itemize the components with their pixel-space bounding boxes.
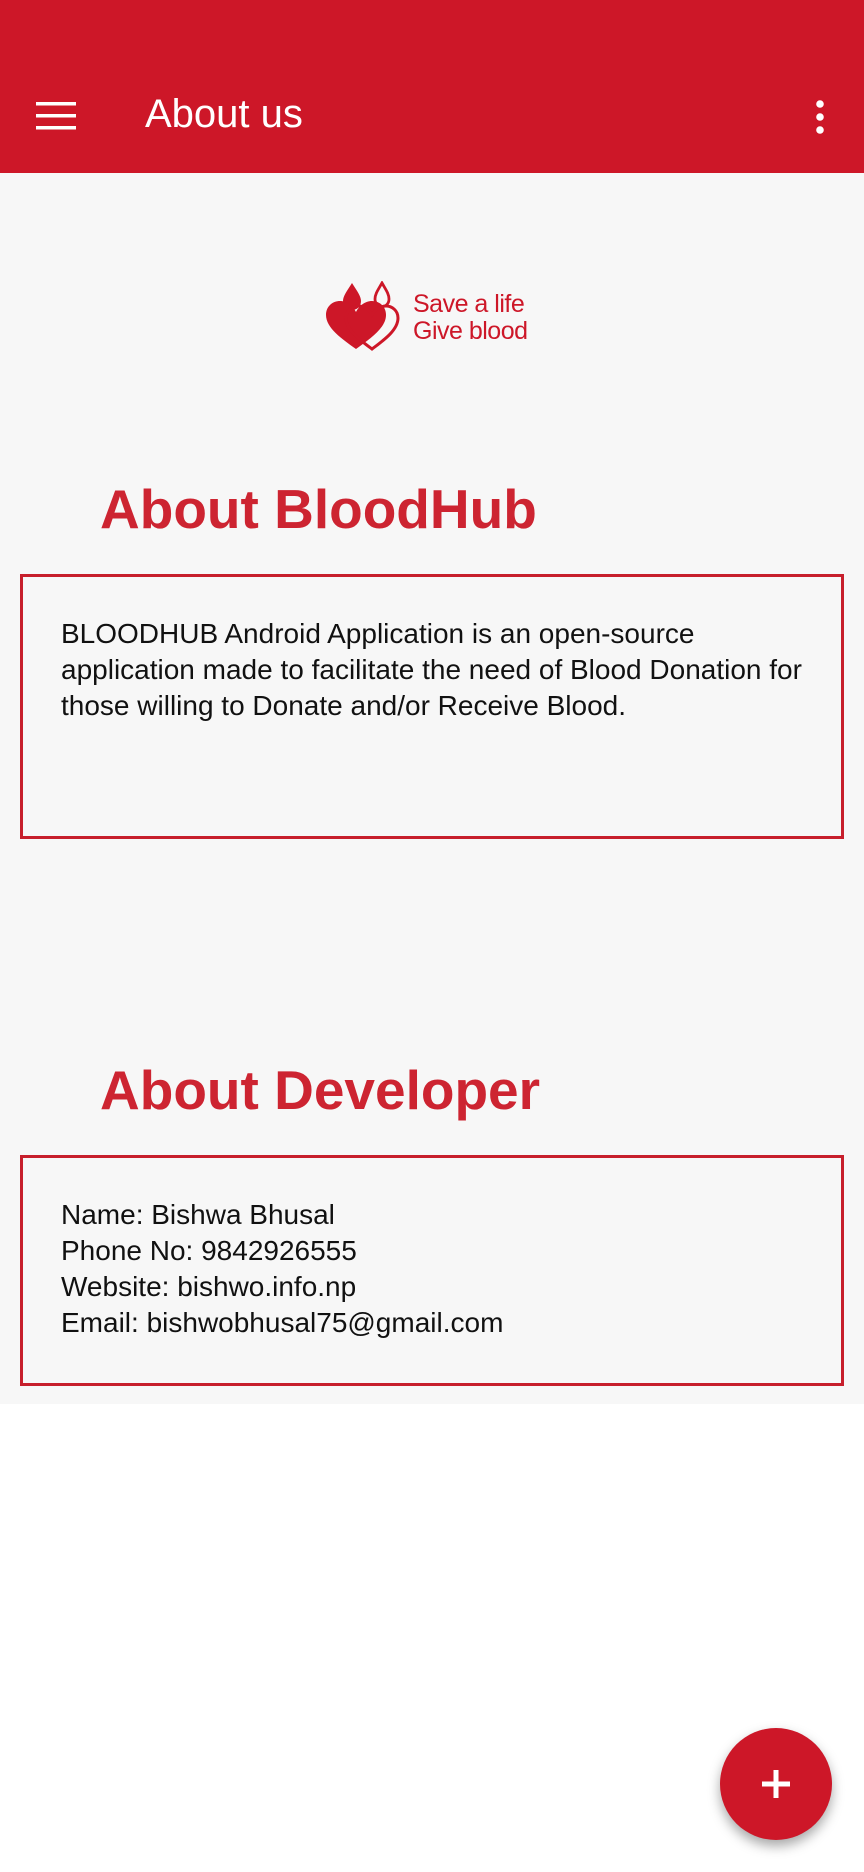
page-title: About us — [145, 92, 303, 136]
developer-details: Name: Bishwa Bhusal Phone No: 9842926555… — [61, 1197, 811, 1341]
plus-icon — [762, 1770, 790, 1798]
about-developer-card: Name: Bishwa Bhusal Phone No: 9842926555… — [20, 1155, 844, 1386]
blood-drop-hearts-icon — [326, 281, 400, 351]
about-bloodhub-description: BLOODHUB Android Application is an open-… — [61, 618, 802, 721]
menu-icon — [36, 102, 76, 130]
about-bloodhub-heading: About BloodHub — [100, 478, 537, 540]
developer-email: Email: bishwobhusal75@gmail.com — [61, 1307, 504, 1338]
logo-line-give-blood: Give blood — [413, 317, 528, 345]
about-developer-heading: About Developer — [100, 1059, 541, 1121]
developer-website: Website: bishwo.info.np — [61, 1271, 357, 1302]
about-content: Save a life Give blood About BloodHub BL… — [0, 173, 864, 1404]
overflow-menu-button[interactable] — [800, 86, 840, 146]
logo-text: Save a life Give blood — [413, 291, 528, 345]
logo-line-save-a-life: Save a life — [413, 290, 525, 318]
menu-button[interactable] — [22, 86, 90, 146]
more-vert-icon — [816, 100, 824, 134]
add-fab-button[interactable] — [720, 1728, 832, 1840]
save-a-life-logo: Save a life Give blood — [322, 281, 552, 351]
developer-phone: Phone No: 9842926555 — [61, 1235, 357, 1266]
about-bloodhub-card: BLOODHUB Android Application is an open-… — [20, 574, 844, 839]
app-bar: About us — [0, 0, 864, 173]
developer-name: Name: Bishwa Bhusal — [61, 1199, 335, 1230]
